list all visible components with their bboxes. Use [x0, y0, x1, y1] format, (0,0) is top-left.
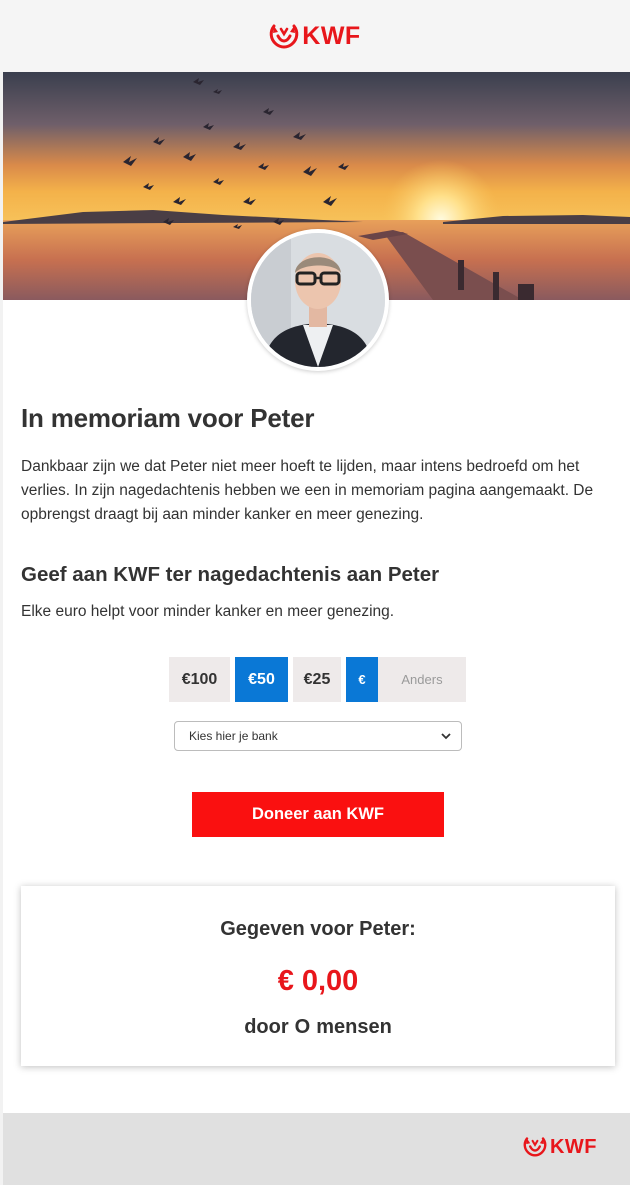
total-currency: € [277, 965, 294, 997]
donate-button[interactable]: Doneer aan KWF [192, 792, 444, 837]
kwf-logo-text: KWF [302, 21, 361, 50]
footer-logo-text: KWF [549, 1135, 597, 1158]
memorial-text: Dankbaar zijn we dat Peter niet meer hoe… [21, 458, 594, 523]
total-amount: €0,00 [21, 965, 615, 998]
kwf-logo[interactable]: KWF [269, 23, 360, 49]
other-amount-input[interactable] [378, 657, 466, 702]
memorial-title: In memoriam voor Peter [21, 403, 315, 433]
bank-select[interactable]: Kies hier je bank [174, 721, 462, 751]
bank-select-value: Kies hier je bank [189, 729, 278, 743]
kwf-crab-logo-icon [523, 1137, 547, 1157]
donor-count-prefix: door [244, 1016, 289, 1038]
total-label: Gegeven voor Peter: [220, 918, 416, 940]
amount-option-25[interactable]: €25 [293, 657, 341, 702]
avatar [247, 229, 389, 371]
donate-subtitle: Elke euro helpt voor minder kanker en me… [21, 603, 395, 620]
donate-title: Geef aan KWF ter nagedachtenis aan Peter [21, 563, 440, 586]
donor-count-suffix: mensen [316, 1016, 392, 1038]
footer-kwf-logo[interactable]: KWF [523, 1136, 597, 1157]
donor-count: door Omensen [21, 1016, 615, 1039]
donation-total-card: Gegeven voor Peter: €0,00 door Omensen [21, 886, 615, 1066]
kwf-crab-logo-icon [270, 24, 299, 49]
top-header: KWF [0, 0, 630, 72]
other-amount-group: € [346, 657, 466, 702]
amount-options: €100 €50 €25 € [169, 657, 466, 702]
footer: KWF [3, 1113, 630, 1185]
chevron-down-icon [441, 732, 451, 739]
portrait-photo [251, 233, 385, 367]
euro-prefix: € [346, 657, 378, 702]
total-value: 0,00 [301, 965, 359, 997]
amount-option-50[interactable]: €50 [235, 657, 288, 702]
donor-count-value: O [294, 1016, 311, 1038]
amount-option-100[interactable]: €100 [169, 657, 230, 702]
